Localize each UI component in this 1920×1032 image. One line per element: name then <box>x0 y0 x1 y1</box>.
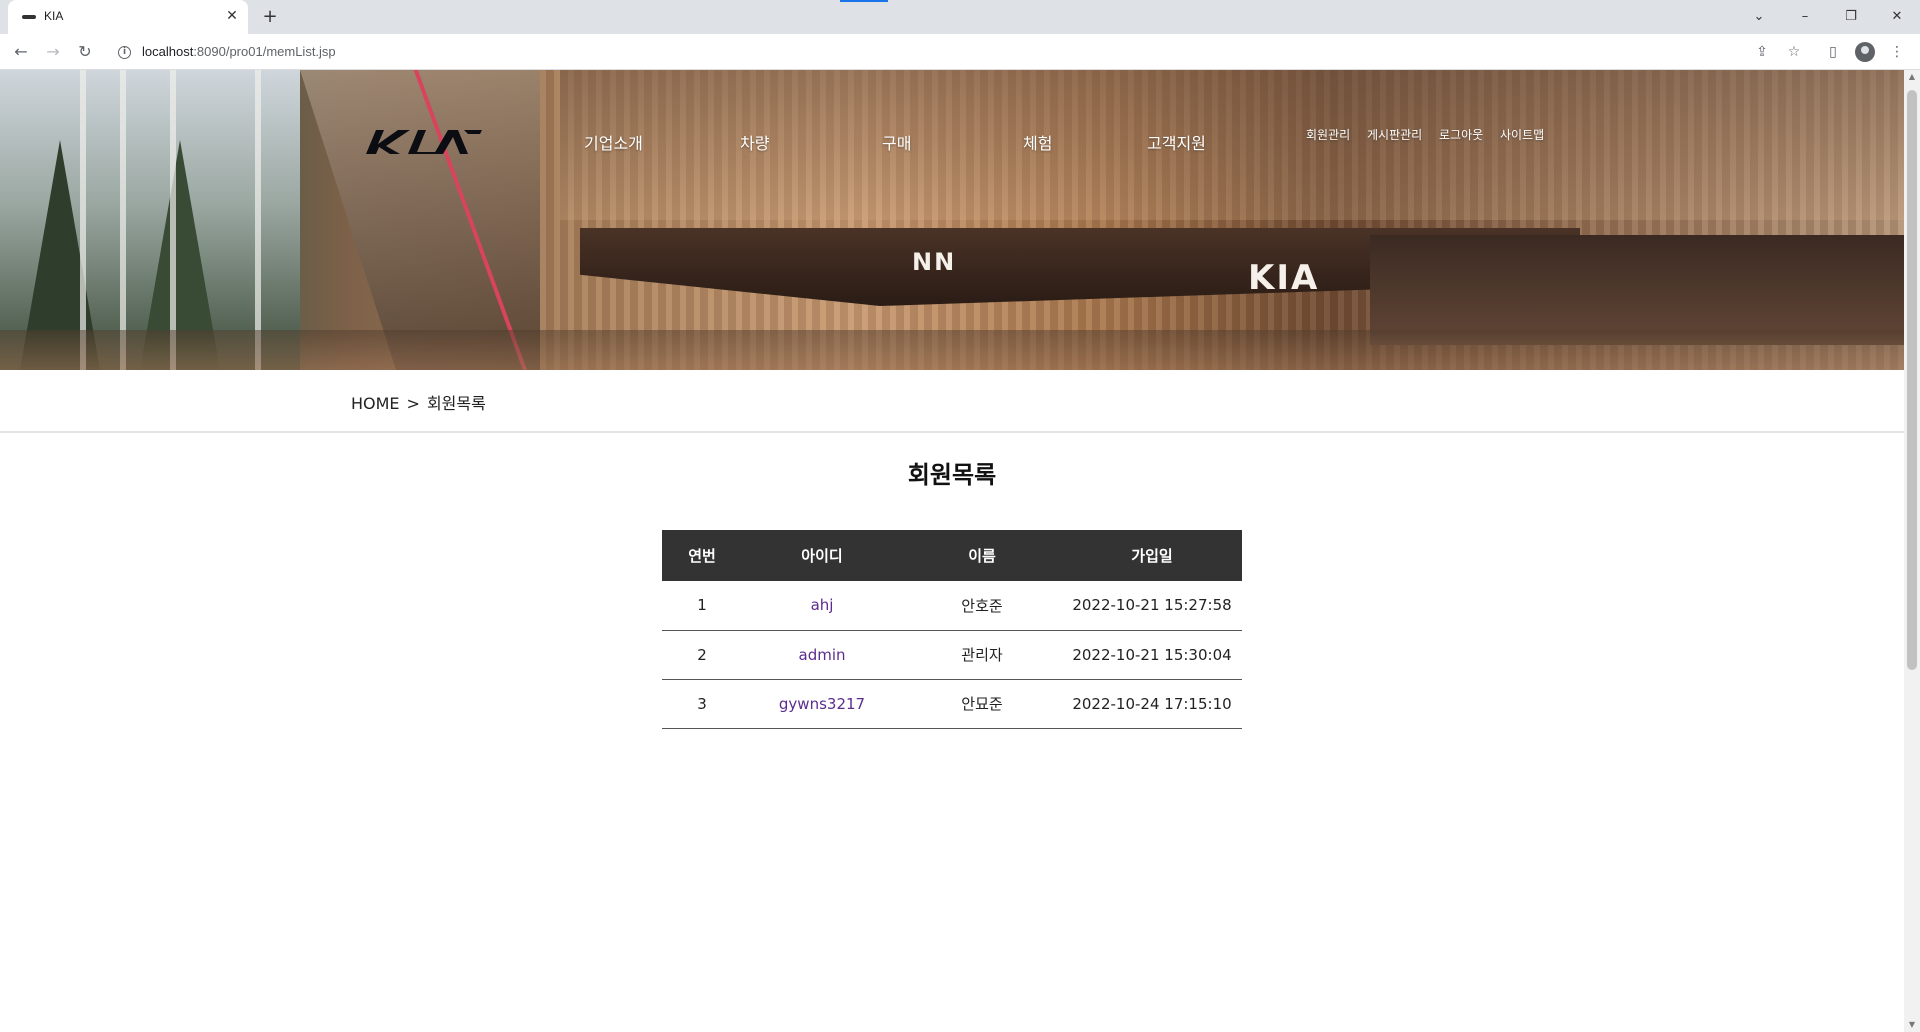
forward-icon[interactable]: → <box>41 40 65 64</box>
column-header-joined: 가입일 <box>1062 530 1242 581</box>
menu-icon[interactable]: ⋮ <box>1886 41 1908 63</box>
cell-id: gywns3217 <box>742 679 902 729</box>
page-scrollbar[interactable]: ▲ ▼ <box>1904 70 1920 1032</box>
hero-pillar <box>120 70 126 370</box>
hero-banner: NN KIA 기업소개 차량 구매 체험 고객지원 회원관리 게시판관리 로그아… <box>0 70 1904 370</box>
util-member-admin[interactable]: 회원관리 <box>1306 126 1350 143</box>
tab-search-icon[interactable]: ⌄ <box>1744 5 1774 29</box>
scroll-down-icon[interactable]: ▼ <box>1904 1018 1920 1032</box>
reload-icon[interactable]: ↻ <box>73 40 97 64</box>
column-header-name: 이름 <box>902 530 1062 581</box>
tab-loading-indicator <box>840 0 888 2</box>
scroll-up-icon[interactable]: ▲ <box>1904 70 1920 84</box>
cell-id: admin <box>742 630 902 680</box>
hero-pillar <box>80 70 86 370</box>
minimize-icon[interactable]: – <box>1790 5 1820 29</box>
hero-wall-logo-kia: KIA <box>1248 258 1320 298</box>
hero-wall-logo-small: NN <box>912 248 957 276</box>
back-icon[interactable]: ← <box>9 40 33 64</box>
member-id-link[interactable]: ahj <box>811 596 834 614</box>
column-header-no: 연번 <box>662 530 742 581</box>
page-viewport: NN KIA 기업소개 차량 구매 체험 고객지원 회원관리 게시판관리 로그아… <box>0 70 1904 1032</box>
gnb-company[interactable]: 기업소개 <box>584 130 643 154</box>
cell-joined: 2022-10-21 15:30:04 <box>1062 630 1242 680</box>
breadcrumb: HOME > 회원목록 <box>351 390 486 414</box>
member-id-link[interactable]: admin <box>799 646 846 664</box>
util-board-admin[interactable]: 게시판관리 <box>1367 126 1422 143</box>
browser-tab[interactable]: KIA ✕ <box>8 0 248 34</box>
cell-no: 2 <box>662 630 742 680</box>
gnb-purchase[interactable]: 구매 <box>882 130 911 154</box>
cell-id: ahj <box>742 581 902 631</box>
member-id-link[interactable]: gywns3217 <box>779 695 865 713</box>
url-host: localhost <box>142 44 194 59</box>
table-row: 1 ahj 안호준 2022-10-21 15:27:58 <box>662 581 1242 631</box>
cell-no: 3 <box>662 679 742 729</box>
browser-tab-strip: KIA ✕ + ⌄ – ❐ ✕ <box>0 0 1920 34</box>
page-title: 회원목록 <box>907 461 997 489</box>
hero-pillar <box>255 70 261 370</box>
cell-joined: 2022-10-24 17:15:10 <box>1062 679 1242 729</box>
breadcrumb-home[interactable]: HOME <box>351 394 400 413</box>
new-tab-button[interactable]: + <box>258 5 282 29</box>
kia-favicon-icon <box>22 15 36 19</box>
cell-name: 안묘준 <box>902 679 1062 729</box>
hero-pillar <box>170 70 176 370</box>
hero-floor <box>0 330 1904 370</box>
site-info-icon[interactable]: i <box>118 46 131 59</box>
table-row: 3 gywns3217 안묘준 2022-10-24 17:15:10 <box>662 679 1242 729</box>
cell-name: 안호준 <box>902 581 1062 631</box>
gnb-support[interactable]: 고객지원 <box>1147 130 1206 154</box>
close-window-icon[interactable]: ✕ <box>1882 5 1912 29</box>
breadcrumb-divider <box>0 431 1904 433</box>
util-sitemap[interactable]: 사이트맵 <box>1500 126 1544 143</box>
profile-icon[interactable] <box>1855 42 1875 62</box>
cell-name: 관리자 <box>902 630 1062 680</box>
tab-title: KIA <box>44 9 64 23</box>
cell-joined: 2022-10-21 15:27:58 <box>1062 581 1242 631</box>
address-bar[interactable]: localhost:8090/pro01/memList.jsp <box>142 44 336 59</box>
scrollbar-thumb[interactable] <box>1907 90 1917 670</box>
hero-display-panel <box>1370 235 1904 345</box>
kia-logo[interactable] <box>364 124 484 158</box>
hero-glass-wall <box>300 70 540 370</box>
gnb-vehicles[interactable]: 차량 <box>740 130 769 154</box>
member-table: 연번 아이디 이름 가입일 1 ahj 안호준 2022-10-21 15:27… <box>662 530 1242 729</box>
breadcrumb-separator: > <box>406 394 420 413</box>
column-header-id: 아이디 <box>742 530 902 581</box>
share-icon[interactable]: ⇪ <box>1751 41 1773 63</box>
restore-icon[interactable]: ❐ <box>1836 5 1866 29</box>
table-row: 2 admin 관리자 2022-10-21 15:30:04 <box>662 630 1242 680</box>
table-header-row: 연번 아이디 이름 가입일 <box>662 530 1242 581</box>
util-logout[interactable]: 로그아웃 <box>1439 126 1483 143</box>
cell-no: 1 <box>662 581 742 631</box>
url-path: :8090/pro01/memList.jsp <box>193 44 336 59</box>
breadcrumb-current: 회원목록 <box>426 394 486 413</box>
bookmark-star-icon[interactable]: ☆ <box>1783 41 1805 63</box>
side-panel-icon[interactable]: ▯ <box>1822 41 1844 63</box>
gnb-experience[interactable]: 체험 <box>1023 130 1052 154</box>
browser-toolbar: ← → ↻ i localhost:8090/pro01/memList.jsp… <box>0 34 1920 70</box>
close-tab-icon[interactable]: ✕ <box>222 6 242 26</box>
